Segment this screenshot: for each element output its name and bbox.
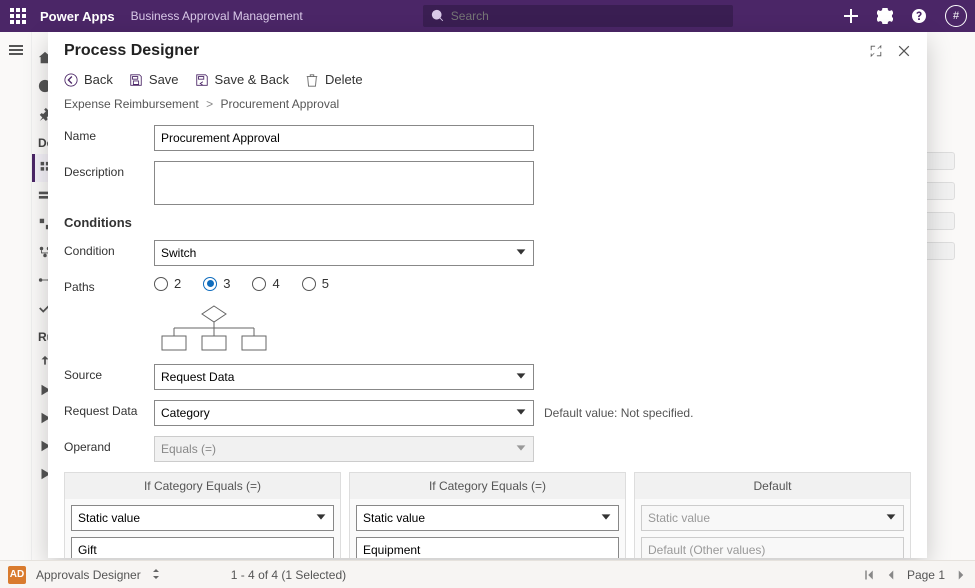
sort-icon[interactable] bbox=[151, 568, 161, 582]
help-icon[interactable] bbox=[911, 8, 927, 24]
condition-value-input[interactable] bbox=[356, 537, 619, 558]
dialog-title: Process Designer bbox=[64, 42, 199, 60]
condition-value-input bbox=[641, 537, 904, 558]
gear-icon[interactable] bbox=[877, 8, 893, 24]
back-icon bbox=[64, 73, 78, 87]
paths-radio-5[interactable]: 5 bbox=[302, 276, 329, 291]
record-count: 1 - 4 of 4 (1 Selected) bbox=[231, 568, 346, 582]
label-operand: Operand bbox=[64, 436, 154, 454]
label-description: Description bbox=[64, 161, 154, 179]
paths-radio-group: 2 3 4 5 bbox=[154, 276, 329, 291]
label-name: Name bbox=[64, 125, 154, 143]
statusbar-title[interactable]: Approvals Designer bbox=[36, 568, 141, 582]
label-paths: Paths bbox=[64, 276, 154, 294]
condition-col-2: If Category Equals (=) bbox=[349, 472, 626, 558]
expand-icon[interactable] bbox=[869, 44, 883, 58]
default-value-note: Default value: Not specified. bbox=[544, 406, 693, 420]
condition-col-header: If Category Equals (=) bbox=[65, 473, 340, 499]
app-name-label: Business Approval Management bbox=[131, 9, 303, 23]
breadcrumb: Expense Reimbursement > Procurement Appr… bbox=[64, 97, 911, 111]
first-page-icon[interactable] bbox=[863, 569, 875, 581]
save-back-button[interactable]: Save & Back bbox=[195, 72, 289, 87]
brand-label: Power Apps bbox=[40, 9, 115, 24]
condition-col-default: Default bbox=[634, 472, 911, 558]
status-badge: AD bbox=[8, 566, 26, 584]
plus-icon[interactable] bbox=[843, 8, 859, 24]
save-back-icon bbox=[195, 73, 209, 87]
condition-col-header: If Category Equals (=) bbox=[350, 473, 625, 499]
conditions-heading: Conditions bbox=[64, 215, 911, 230]
condition-value-input[interactable] bbox=[71, 537, 334, 558]
breadcrumb-root[interactable]: Expense Reimbursement bbox=[64, 97, 199, 111]
requestdata-select[interactable] bbox=[154, 400, 534, 426]
waffle-icon[interactable] bbox=[8, 6, 28, 26]
operand-select bbox=[154, 436, 534, 462]
process-designer-dialog: Process Designer Back Save Save & Back D… bbox=[48, 32, 927, 558]
avatar[interactable]: # bbox=[945, 5, 967, 27]
paths-radio-4[interactable]: 4 bbox=[252, 276, 279, 291]
paths-radio-2[interactable]: 2 bbox=[154, 276, 181, 291]
label-source: Source bbox=[64, 364, 154, 382]
name-input[interactable] bbox=[154, 125, 534, 151]
save-icon bbox=[129, 73, 143, 87]
paths-radio-3[interactable]: 3 bbox=[203, 276, 230, 291]
condition-col-1: If Category Equals (=) bbox=[64, 472, 341, 558]
condition-col-header: Default bbox=[635, 473, 910, 499]
save-button[interactable]: Save bbox=[129, 72, 179, 87]
condition-type-select[interactable] bbox=[356, 505, 619, 531]
trash-icon bbox=[305, 73, 319, 87]
condition-select[interactable] bbox=[154, 240, 534, 266]
label-requestdata: Request Data bbox=[64, 400, 154, 418]
page-label: Page 1 bbox=[907, 568, 945, 582]
hamburger-icon[interactable] bbox=[8, 42, 24, 58]
search-input[interactable] bbox=[451, 9, 725, 23]
condition-type-select[interactable] bbox=[71, 505, 334, 531]
prev-page-icon[interactable] bbox=[885, 569, 897, 581]
breadcrumb-leaf: Procurement Approval bbox=[220, 97, 339, 111]
delete-button[interactable]: Delete bbox=[305, 72, 363, 87]
label-condition: Condition bbox=[64, 240, 154, 258]
source-select[interactable] bbox=[154, 364, 534, 390]
condition-columns: If Category Equals (=) If Category Equal… bbox=[64, 472, 911, 558]
description-input[interactable] bbox=[154, 161, 534, 205]
back-button[interactable]: Back bbox=[64, 72, 113, 87]
app-header: Power Apps Business Approval Management … bbox=[0, 0, 975, 32]
next-page-icon[interactable] bbox=[955, 569, 967, 581]
condition-type-select bbox=[641, 505, 904, 531]
branch-diagram bbox=[154, 304, 911, 354]
dialog-toolbar: Back Save Save & Back Delete bbox=[48, 66, 927, 97]
search-box[interactable] bbox=[423, 5, 733, 27]
close-icon[interactable] bbox=[897, 44, 911, 58]
search-icon bbox=[431, 9, 445, 23]
statusbar: AD Approvals Designer 1 - 4 of 4 (1 Sele… bbox=[0, 560, 975, 588]
